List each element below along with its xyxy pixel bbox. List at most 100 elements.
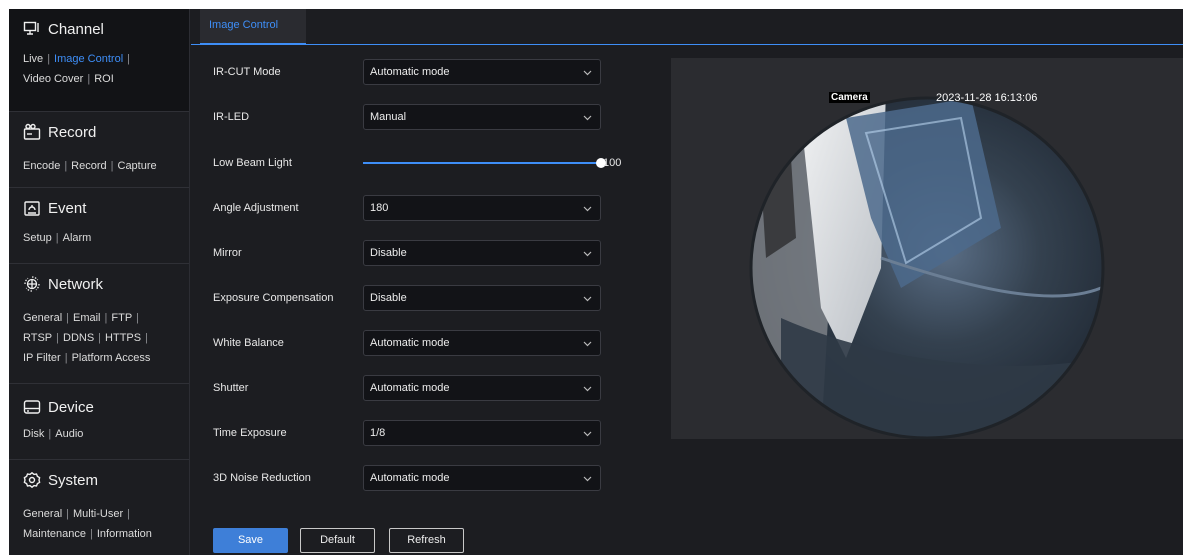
exposure-select[interactable]: Disable <box>363 285 601 311</box>
sidebar-item-encode[interactable]: Encode <box>23 160 60 172</box>
ircut-select[interactable]: Automatic mode <box>363 59 601 85</box>
chevron-down-icon <box>583 296 592 302</box>
live-preview: Camera 2023-11-28 16:13:06 <box>671 58 1183 439</box>
sidebar-links-system: General | Multi-User | Maintenance | Informat… <box>23 508 152 540</box>
sidebar-title-device: Device <box>48 398 94 416</box>
sidebar-item-live[interactable]: Live <box>23 53 43 65</box>
noise-label: 3D Noise Reduction <box>213 472 311 484</box>
mirror-select[interactable]: Disable <box>363 240 601 266</box>
sidebar-item-audio[interactable]: Audio <box>55 428 83 440</box>
ircut-row: IR-CUT Mode Automatic mode <box>213 58 601 86</box>
sidebar-item-capture[interactable]: Capture <box>118 160 157 172</box>
sidebar-item-information[interactable]: Information <box>97 528 152 540</box>
irled-select[interactable]: Manual <box>363 104 601 130</box>
ircut-label: IR-CUT Mode <box>213 66 281 78</box>
sidebar-header-network[interactable]: Network <box>9 264 189 304</box>
sidebar-item-alarm[interactable]: Alarm <box>63 232 92 244</box>
angle-value: 180 <box>370 202 389 214</box>
noise-row: 3D Noise Reduction Automatic mode <box>213 464 601 492</box>
mirror-value: Disable <box>370 247 407 259</box>
alarm-icon <box>23 199 41 217</box>
angle-label: Angle Adjustment <box>213 202 299 214</box>
lowbeam-value: 100 <box>603 157 622 169</box>
tab-image-control[interactable]: Image Control <box>200 9 306 45</box>
sidebar-links-record: Encode | Record | Capture <box>23 160 157 172</box>
noise-value: Automatic mode <box>370 472 450 484</box>
chevron-down-icon <box>583 341 592 347</box>
timeexposure-label: Time Exposure <box>213 427 287 439</box>
sidebar-header-device[interactable]: Device <box>9 384 189 424</box>
sidebar-links-event: Setup | Alarm <box>23 232 92 244</box>
refresh-button[interactable]: Refresh <box>389 528 464 553</box>
gear-icon <box>23 471 41 489</box>
sidebar-item-email[interactable]: Email <box>73 312 101 324</box>
sidebar-item-ddns[interactable]: DDNS <box>63 332 94 344</box>
irled-label: IR-LED <box>213 111 250 123</box>
sidebar-item-record[interactable]: Record <box>71 160 106 172</box>
lowbeam-label: Low Beam Light <box>213 157 292 169</box>
sidebar-section-channel: Channel Live | Image Control | Video Cover |… <box>9 9 189 112</box>
sidebar-section-system: System General | Multi-User | Maintenance | I… <box>9 460 189 555</box>
default-button[interactable]: Default <box>300 528 375 553</box>
save-button[interactable]: Save <box>213 528 288 553</box>
mirror-label: Mirror <box>213 247 242 259</box>
sidebar-item-disk[interactable]: Disk <box>23 428 44 440</box>
sidebar-links-device: Disk | Audio <box>23 428 84 440</box>
timeexposure-select[interactable]: 1/8 <box>363 420 601 446</box>
fisheye-video-frame <box>671 58 1183 439</box>
timeexposure-value: 1/8 <box>370 427 386 439</box>
noise-select[interactable]: Automatic mode <box>363 465 601 491</box>
camera-icon <box>23 123 41 141</box>
chevron-down-icon <box>583 115 592 121</box>
sidebar-item-https[interactable]: HTTPS <box>105 332 141 344</box>
lowbeam-row: Low Beam Light 100 <box>213 149 621 177</box>
sidebar-item-video-cover[interactable]: Video Cover <box>23 73 83 85</box>
sidebar-item-rtsp[interactable]: RTSP <box>23 332 52 344</box>
chevron-down-icon <box>583 431 592 437</box>
app-window: Channel Live | Image Control | Video Cover |… <box>9 9 1183 555</box>
angle-row: Angle Adjustment 180 <box>213 194 601 222</box>
sidebar-item-general[interactable]: General <box>23 312 62 324</box>
sidebar-section-device: Device Disk | Audio <box>9 384 189 460</box>
sidebar-section-record: Record Encode | Record | Capture <box>9 112 189 188</box>
camera-name-overlay: Camera <box>829 92 870 103</box>
mirror-row: Mirror Disable <box>213 239 601 267</box>
sidebar-item-ftp[interactable]: FTP <box>111 312 132 324</box>
exposure-row: Exposure Compensation Disable <box>213 284 601 312</box>
sidebar-item-ip-filter[interactable]: IP Filter <box>23 352 61 364</box>
sidebar-section-network: Network General | Email | FTP | RTSP | DDNS | HTT… <box>9 264 189 384</box>
sidebar-item-multi-user[interactable]: Multi-User <box>73 508 123 520</box>
sidebar-item-roi[interactable]: ROI <box>94 73 114 85</box>
sidebar-links-channel: Live | Image Control | Video Cover | ROI <box>23 53 130 85</box>
whitebalance-select[interactable]: Automatic mode <box>363 330 601 356</box>
sidebar-header-system[interactable]: System <box>9 460 189 500</box>
shutter-row: Shutter Automatic mode <box>213 374 601 402</box>
sidebar-item-image-control[interactable]: Image Control <box>54 53 123 65</box>
sidebar-links-network: General | Email | FTP | RTSP | DDNS | HTTPS | IP F… <box>23 312 151 364</box>
chevron-down-icon <box>583 206 592 212</box>
angle-select[interactable]: 180 <box>363 195 601 221</box>
sidebar-title-network: Network <box>48 275 104 293</box>
sidebar-title-system: System <box>48 471 99 489</box>
chevron-down-icon <box>583 476 592 482</box>
whitebalance-value: Automatic mode <box>370 337 450 349</box>
shutter-value: Automatic mode <box>370 382 450 394</box>
irled-value: Manual <box>370 111 407 123</box>
chevron-down-icon <box>583 386 592 392</box>
globe-icon <box>23 275 41 293</box>
sidebar-item-maintenance[interactable]: Maintenance <box>23 528 86 540</box>
shutter-select[interactable]: Automatic mode <box>363 375 601 401</box>
monitor-icon <box>23 20 41 38</box>
sidebar-item-system-general[interactable]: General <box>23 508 62 520</box>
sidebar-header-channel[interactable]: Channel <box>9 9 189 49</box>
chevron-down-icon <box>583 70 592 76</box>
sidebar-item-setup[interactable]: Setup <box>23 232 52 244</box>
whitebalance-row: White Balance Automatic mode <box>213 329 601 357</box>
exposure-value: Disable <box>370 292 407 304</box>
sidebar-section-event: Event Setup | Alarm <box>9 188 189 264</box>
sidebar-header-record[interactable]: Record <box>9 112 189 152</box>
sidebar-item-platform-access[interactable]: Platform Access <box>72 352 151 364</box>
sidebar-header-event[interactable]: Event <box>9 188 189 228</box>
exposure-label: Exposure Compensation <box>213 292 334 304</box>
lowbeam-slider[interactable] <box>363 162 601 164</box>
